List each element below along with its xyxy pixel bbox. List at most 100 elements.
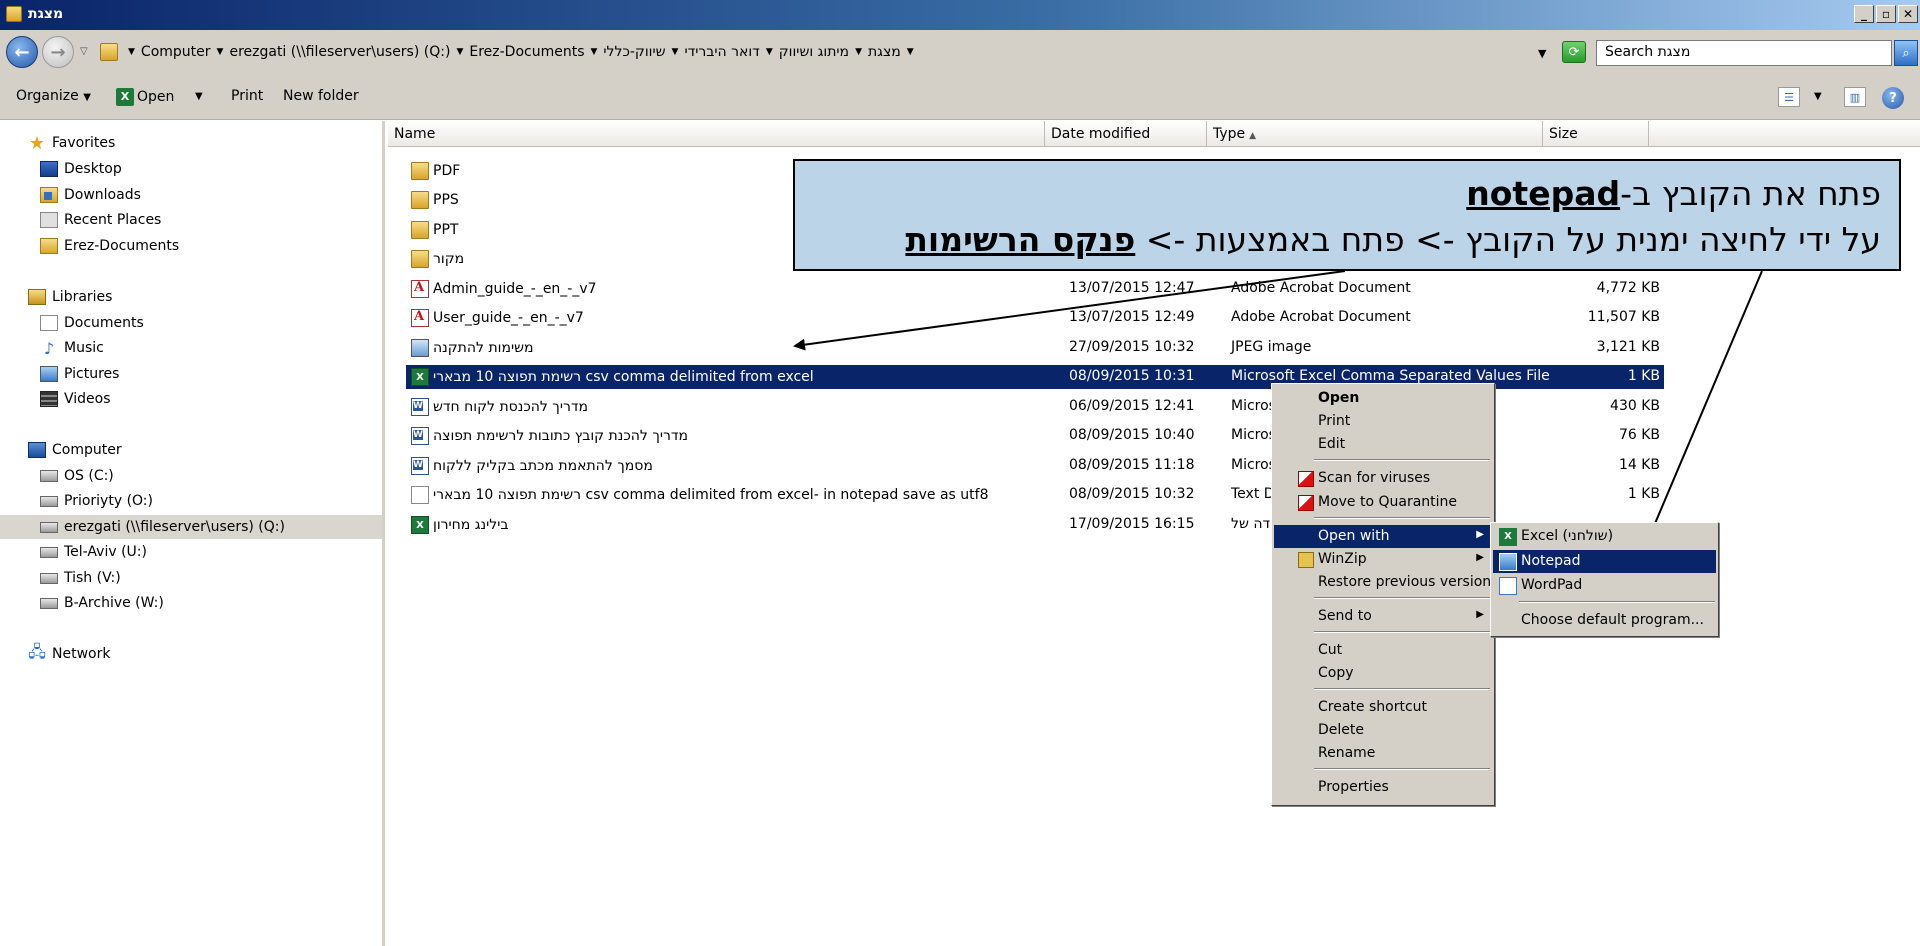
desktop-icon xyxy=(40,161,58,177)
chevron-down-icon: ▼ xyxy=(590,47,598,57)
menu-item-open-with[interactable]: Open with ▶ xyxy=(1274,525,1492,548)
maximize-button[interactable]: ▫ xyxy=(1876,5,1896,23)
address-bar[interactable]: ▼ Computer ▼ erezgati (\\fileserver\users)… xyxy=(98,40,1548,66)
open-button[interactable]: X Open xyxy=(116,88,174,106)
view-options-button[interactable]: ☰ xyxy=(1778,87,1800,107)
menu-item-create-shortcut[interactable]: Create shortcut xyxy=(1274,696,1492,719)
submenu-arrow-icon: ▶ xyxy=(1476,529,1484,540)
minimize-button[interactable]: _ xyxy=(1854,5,1874,23)
nav-computer[interactable]: Computer xyxy=(28,438,122,462)
nav-favorites[interactable]: ★ Favorites xyxy=(28,131,115,155)
search-input[interactable]: Search מצגת xyxy=(1596,40,1892,66)
nav-music[interactable]: ♪ Music xyxy=(40,336,104,360)
new-folder-button[interactable]: New folder xyxy=(283,88,359,104)
nav-pictures[interactable]: Pictures xyxy=(40,362,119,386)
submenu-item-choose-default[interactable]: Choose default program... xyxy=(1493,609,1716,632)
breadcrumb-item[interactable]: ▼ מיתוג ושיווק xyxy=(766,44,855,60)
refresh-button[interactable]: ⟳ xyxy=(1562,41,1586,63)
details-view-icon: ☰ xyxy=(1778,87,1800,107)
file-type-cell: JPEG image xyxy=(1231,339,1312,355)
column-type[interactable]: Type ▲ xyxy=(1207,121,1543,147)
column-name[interactable]: Name xyxy=(388,121,1045,147)
nav-drive-u[interactable]: Tel-Aviv (U:) xyxy=(40,540,147,564)
breadcrumb-end[interactable]: ▼ xyxy=(907,44,926,60)
back-button[interactable]: ← xyxy=(6,36,38,68)
breadcrumb-item[interactable]: ▼ שיווק-כללי xyxy=(591,44,672,60)
menu-separator xyxy=(1314,631,1490,633)
nav-documents[interactable]: Documents xyxy=(40,311,144,335)
nav-drive-w[interactable]: B-Archive (W:) xyxy=(40,591,164,615)
window-title: מצגת xyxy=(28,6,64,22)
organize-button[interactable]: Organize ▼ xyxy=(16,88,91,104)
music-icon: ♪ xyxy=(43,338,55,358)
chevron-down-icon: ▼ xyxy=(128,47,135,57)
nav-videos[interactable]: Videos xyxy=(40,387,111,411)
menu-item-restore-versions[interactable]: Restore previous versions xyxy=(1274,571,1498,594)
breadcrumb-item[interactable]: ▼ מצגת xyxy=(855,44,907,60)
file-date-cell: 13/07/2015 12:49 xyxy=(1069,309,1195,325)
menu-item-properties[interactable]: Properties xyxy=(1274,776,1492,799)
file-size-cell: 1 KB xyxy=(1627,368,1660,384)
nav-erez-documents[interactable]: Erez-Documents xyxy=(40,234,179,258)
submenu-item-excel[interactable]: X Excel (שולחני) xyxy=(1493,525,1716,548)
nav-recent-places[interactable]: Recent Places xyxy=(40,208,161,232)
file-date-cell: 08/09/2015 10:31 xyxy=(1069,368,1195,384)
file-row[interactable]: User_guide_-_en_-_v7 13/07/2015 12:49 Ad… xyxy=(406,306,1664,330)
submenu-item-notepad[interactable]: Notepad xyxy=(1493,550,1716,573)
menu-separator xyxy=(1314,597,1490,599)
nav-desktop[interactable]: Desktop xyxy=(40,157,122,181)
close-button[interactable]: ✕ xyxy=(1898,5,1918,23)
chevron-down-icon: ▼ xyxy=(456,47,464,57)
view-dropdown-icon[interactable]: ▼ xyxy=(1814,91,1822,102)
open-dropdown-icon[interactable]: ▼ xyxy=(195,91,203,102)
nav-drive-o[interactable]: Prioriyty (O:) xyxy=(40,489,153,513)
instruction-callout: פתח את הקובץ ב-notepad על ידי לחיצה ימני… xyxy=(793,159,1901,271)
submenu-item-wordpad[interactable]: WordPad xyxy=(1493,574,1716,597)
window-controls: _ ▫ ✕ xyxy=(1854,5,1918,23)
nav-downloads[interactable]: Downloads xyxy=(40,183,141,207)
folder-icon xyxy=(411,250,429,268)
menu-item-open[interactable]: Open xyxy=(1274,387,1492,410)
menu-item-rename[interactable]: Rename xyxy=(1274,742,1492,765)
help-button[interactable]: ? xyxy=(1882,87,1904,109)
folder-icon xyxy=(411,191,429,209)
print-button[interactable]: Print xyxy=(231,88,263,104)
menu-item-cut[interactable]: Cut xyxy=(1274,639,1492,662)
file-date-cell: 13/07/2015 12:47 xyxy=(1069,280,1195,296)
search-icon[interactable]: ⌕ xyxy=(1894,40,1918,66)
antivirus-icon xyxy=(1298,495,1314,511)
breadcrumb-item[interactable]: ▼ Erez-Documents xyxy=(456,44,590,60)
menu-item-delete[interactable]: Delete xyxy=(1274,719,1492,742)
file-row[interactable]: משימות להתקנה 27/09/2015 10:32 JPEG imag… xyxy=(406,336,1664,360)
breadcrumb-item[interactable]: ▼ Computer xyxy=(128,44,217,60)
file-size-cell: 1 KB xyxy=(1627,486,1660,502)
text-file-icon xyxy=(411,486,429,504)
nav-drive-q[interactable]: erezgati (\\fileserver\users) (Q:) xyxy=(0,515,382,539)
history-dropdown-icon[interactable]: ▽ xyxy=(80,46,88,57)
menu-item-copy[interactable]: Copy xyxy=(1274,662,1492,685)
forward-button[interactable]: → xyxy=(42,36,74,68)
file-row[interactable]: Admin_guide_-_en_-_v7 13/07/2015 12:47 A… xyxy=(406,277,1664,301)
breadcrumb-item[interactable]: ▼ דואר היברידי xyxy=(672,44,766,60)
menu-item-scan-viruses[interactable]: Scan for viruses xyxy=(1274,467,1492,490)
nav-drive-v[interactable]: Tish (V:) xyxy=(40,566,121,590)
chevron-down-icon: ▼ xyxy=(216,47,224,57)
preview-pane-button[interactable]: ▥ xyxy=(1844,87,1866,107)
column-size[interactable]: Size xyxy=(1543,121,1649,147)
menu-item-winzip[interactable]: WinZip ▶ xyxy=(1274,548,1492,571)
address-dropdown-icon[interactable]: ▼ xyxy=(1538,47,1546,60)
network-drive-icon xyxy=(40,572,58,584)
breadcrumb: ▼ Computer ▼ erezgati (\\fileserver\users)… xyxy=(128,44,926,60)
breadcrumb-item[interactable]: ▼ erezgati (\\fileserver\users) (Q:) xyxy=(217,44,457,60)
menu-item-edit[interactable]: Edit xyxy=(1274,433,1492,456)
pdf-icon xyxy=(411,280,429,298)
title-bar: מצגת _ ▫ ✕ xyxy=(0,0,1920,30)
menu-item-send-to[interactable]: Send to ▶ xyxy=(1274,605,1492,628)
menu-item-quarantine[interactable]: Move to Quarantine xyxy=(1274,491,1492,514)
menu-item-print[interactable]: Print xyxy=(1274,410,1492,433)
column-date-modified[interactable]: Date modified xyxy=(1045,121,1207,147)
nav-drive-c[interactable]: OS (C:) xyxy=(40,464,114,488)
command-bar: Organize ▼ X Open ▼ Print New folder ☰ ▼ … xyxy=(0,75,1920,120)
nav-network[interactable]: 🖧 Network xyxy=(28,642,110,666)
nav-libraries[interactable]: Libraries xyxy=(28,285,112,309)
